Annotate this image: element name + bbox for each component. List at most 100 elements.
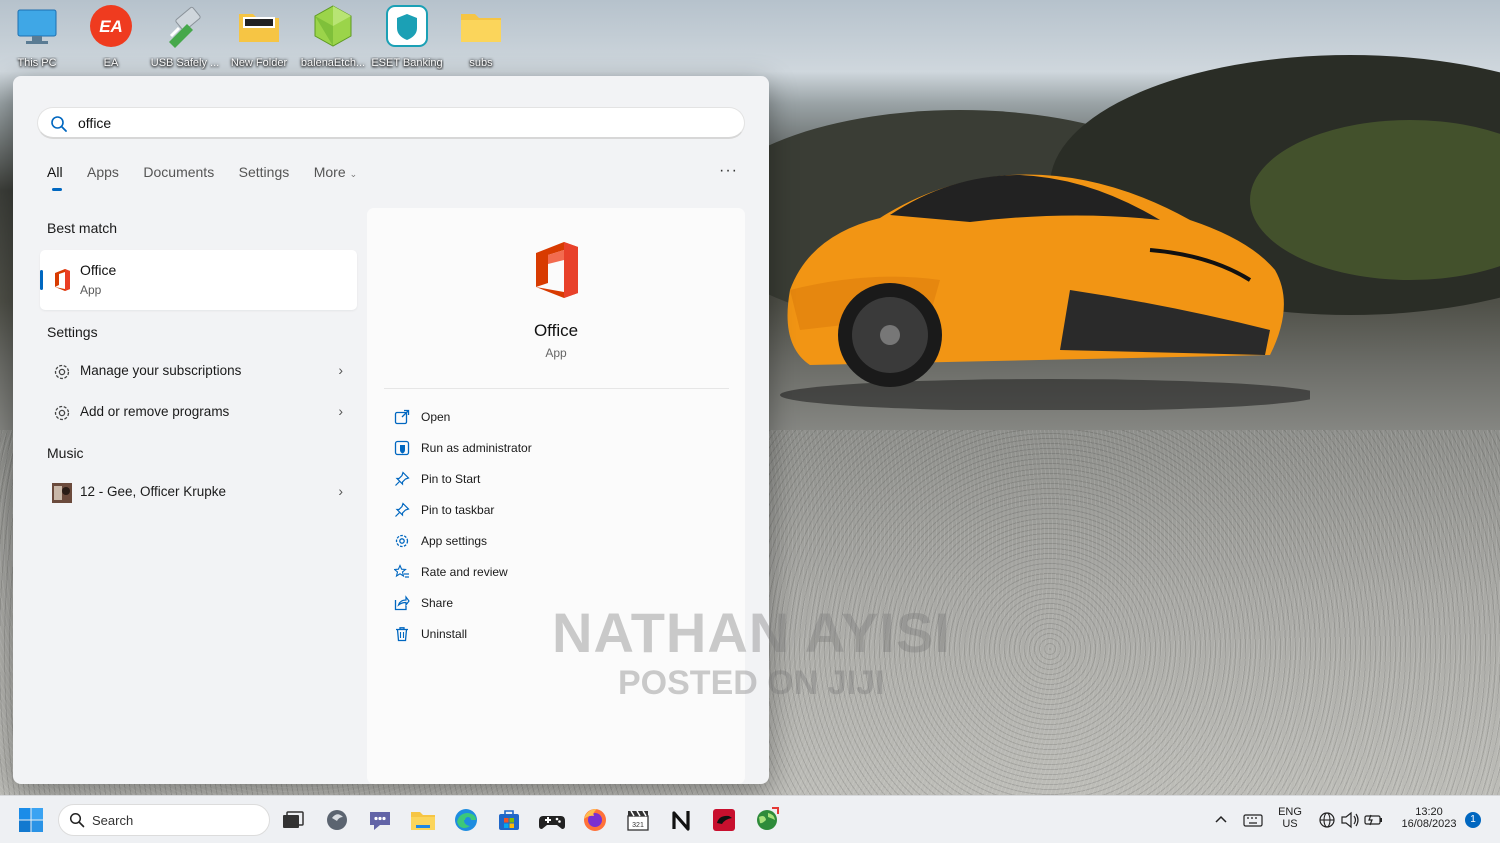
tab-documents[interactable]: Documents (143, 164, 214, 180)
watermark-name: NATHAN AYISI (552, 601, 951, 664)
result-label: Manage your subscriptions (80, 363, 242, 378)
volume-button[interactable] (1338, 807, 1362, 833)
action-label: Pin to Start (421, 472, 481, 486)
action-label: App settings (421, 534, 488, 548)
action-rate-and-review[interactable]: Rate and review (391, 561, 721, 585)
action-label: Rate and review (421, 565, 508, 579)
firefox-button[interactable] (580, 805, 610, 835)
music-result[interactable]: 12 - Gee, Officer Krupke › (40, 474, 357, 512)
notion-button[interactable] (666, 805, 696, 835)
chat-icon (370, 812, 390, 830)
search-bar[interactable] (37, 107, 745, 139)
action-label: Pin to taskbar (421, 503, 495, 517)
monitor-icon (15, 4, 59, 48)
result-name: Office (80, 262, 117, 278)
desktop-icon-label: ESET Banking (371, 57, 443, 69)
video-editor-button[interactable]: 321 (623, 805, 653, 835)
share-icon (394, 595, 410, 611)
orange-sports-car-image (780, 174, 1310, 410)
taskbar: Search 321 ENG US 13:20 16/08/2023 1 (0, 795, 1500, 843)
folder-icon (459, 4, 503, 48)
best-match-result[interactable]: Office App (40, 250, 357, 310)
clock-time: 13:20 (1415, 806, 1443, 818)
microsoft-store-button[interactable] (494, 805, 524, 835)
eset-icon (385, 4, 429, 48)
globe-icon (757, 807, 779, 830)
folder-icon (237, 4, 281, 48)
game-launcher-button[interactable] (709, 805, 739, 835)
shield-icon (394, 440, 410, 456)
desktop-icon-eset-banking[interactable]: ESET Banking (370, 4, 444, 74)
settings-result-manage-subscriptions[interactable]: Manage your subscriptions › (40, 353, 357, 391)
start-button[interactable] (16, 805, 46, 835)
desktop-icon-ea[interactable]: EA EA (74, 4, 148, 74)
desktop-icon-this-pc[interactable]: This PC (0, 4, 74, 74)
keyboard-icon (1243, 814, 1263, 827)
game-controller-button[interactable] (537, 805, 567, 835)
chevron-right-icon[interactable]: › (338, 403, 343, 419)
globe-network-icon (1319, 812, 1335, 828)
clock[interactable]: 13:20 16/08/2023 (1392, 806, 1466, 830)
desktop-icon-label: New Folder (230, 57, 288, 69)
action-run-as-admin[interactable]: Run as administrator (391, 437, 721, 461)
balena-etcher-icon (311, 4, 355, 48)
gear-icon (54, 364, 70, 380)
show-hidden-icons-button[interactable] (1208, 807, 1234, 833)
tab-all[interactable]: All (47, 164, 63, 191)
firefox-icon (584, 809, 606, 831)
trash-icon (396, 627, 408, 642)
action-open[interactable]: Open (391, 406, 721, 430)
desktop-icon-balena-etcher[interactable]: balenaEtch... (296, 4, 370, 74)
settings-heading: Settings (47, 324, 98, 340)
result-label: 12 - Gee, Officer Krupke (80, 484, 227, 499)
action-label: Open (421, 410, 451, 424)
desktop-icon-label: balenaEtch... (300, 57, 366, 69)
chevron-right-icon[interactable]: › (338, 483, 343, 499)
result-label: Add or remove programs (80, 404, 230, 419)
notion-icon (672, 811, 690, 831)
language-indicator[interactable]: ENG US (1274, 806, 1306, 830)
desktop-icon-new-folder[interactable]: New Folder (222, 4, 296, 74)
game-launcher-icon (713, 809, 735, 831)
widgets-button[interactable] (322, 805, 352, 835)
touch-keyboard-button[interactable] (1240, 807, 1266, 833)
file-explorer-button[interactable] (408, 805, 438, 835)
action-pin-to-start[interactable]: Pin to Start (391, 468, 721, 492)
ellipsis-icon[interactable]: ··· (719, 162, 738, 180)
action-label: Run as administrator (421, 441, 532, 455)
tab-more[interactable]: More ⌄ (314, 164, 357, 180)
best-match-heading: Best match (47, 220, 118, 236)
chevron-up-icon (1215, 815, 1227, 823)
battery-button[interactable] (1361, 807, 1385, 833)
watermark-caption: POSTED ON JIJI (618, 664, 885, 702)
tab-settings[interactable]: Settings (239, 164, 290, 180)
notification-badge[interactable]: 1 (1465, 812, 1481, 828)
divider (384, 388, 729, 389)
tab-apps[interactable]: Apps (87, 164, 119, 180)
svg-text:EA: EA (99, 17, 123, 36)
desktop-icon-label: subs (469, 57, 493, 69)
folder-icon (411, 812, 435, 830)
search-input[interactable] (78, 112, 718, 134)
taskbar-search-box[interactable]: Search (58, 804, 270, 836)
action-app-settings[interactable]: App settings (391, 530, 721, 554)
action-label: Uninstall (421, 627, 468, 641)
battery-icon (1364, 814, 1382, 826)
usb-icon (163, 4, 207, 48)
edge-icon (455, 809, 477, 831)
network-button[interactable] (1315, 807, 1339, 833)
chevron-right-icon[interactable]: › (338, 362, 343, 378)
settings-result-add-remove-programs[interactable]: Add or remove programs › (40, 394, 357, 432)
windows-logo-icon (19, 808, 43, 832)
search-icon (51, 116, 67, 132)
action-label: Share (421, 596, 454, 610)
desktop-icon-usb[interactable]: USB Safely ... (148, 4, 222, 74)
edge-button[interactable] (451, 805, 481, 835)
teams-chat-button[interactable] (365, 805, 395, 835)
action-pin-to-taskbar[interactable]: Pin to taskbar (391, 499, 721, 523)
task-view-button[interactable] (278, 805, 308, 835)
open-external-icon (394, 409, 410, 425)
desktop-icon-label: USB Safely ... (150, 57, 220, 69)
desktop-icon-subs[interactable]: subs (444, 4, 518, 74)
globe-app-button[interactable] (752, 805, 782, 835)
